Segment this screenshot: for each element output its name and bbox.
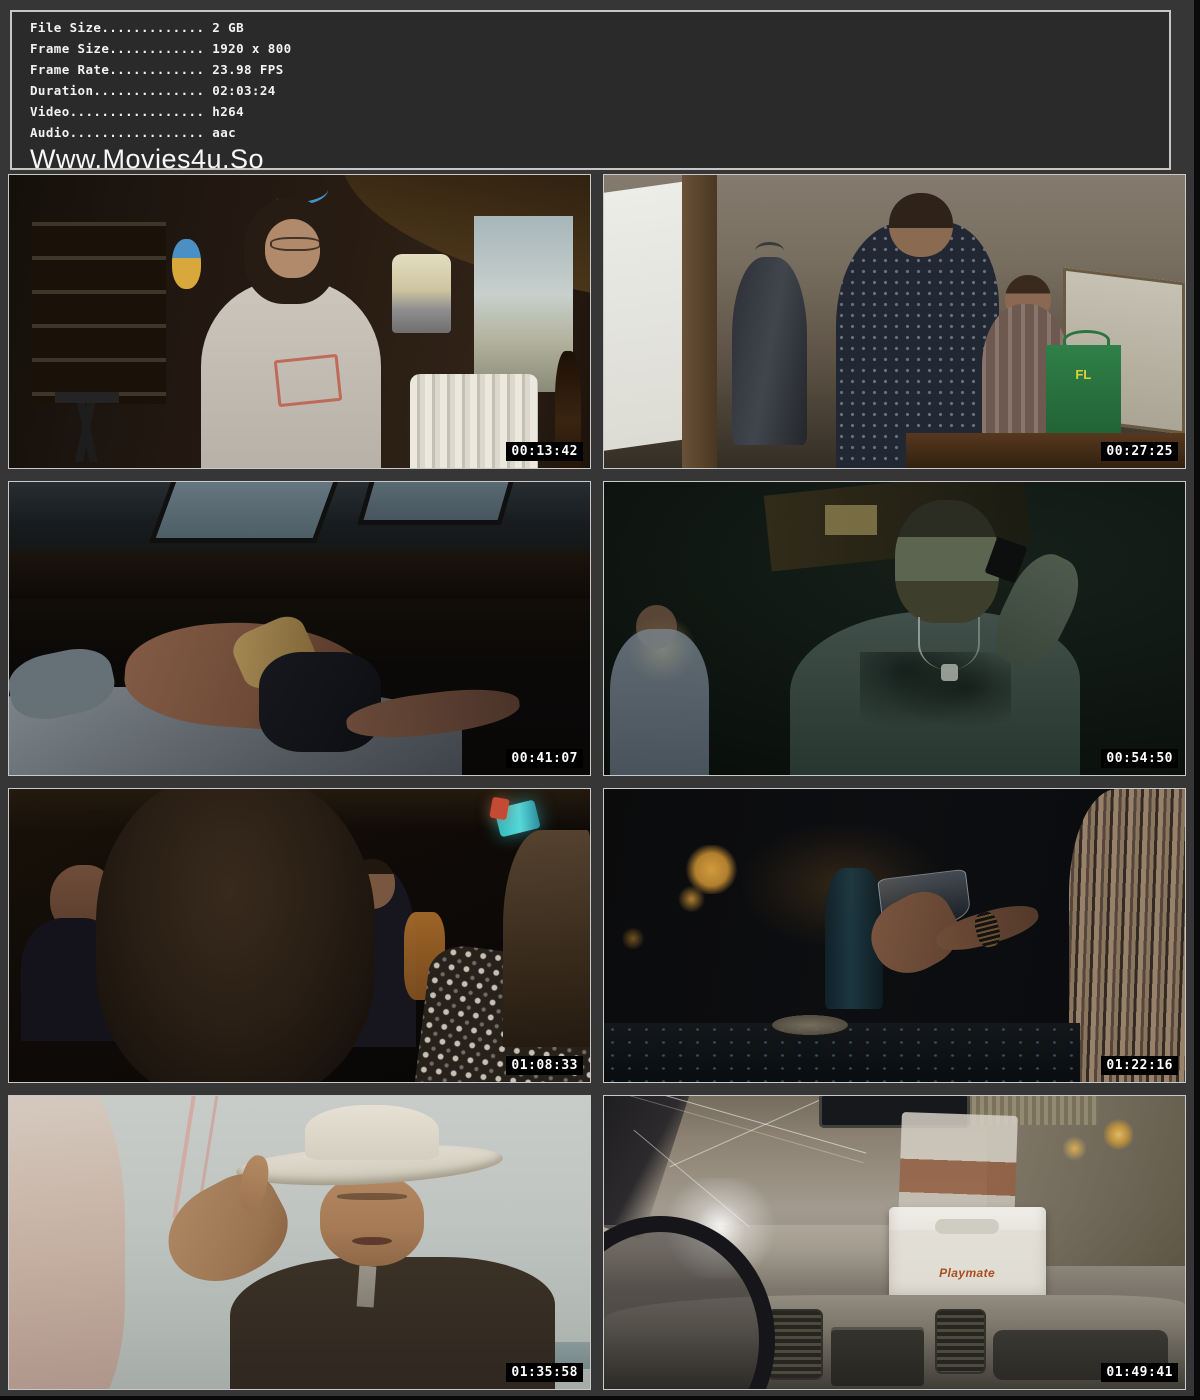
screenshot-grid: 00:13:42 FL 00:27:25 — [8, 174, 1186, 1390]
screenshot-thumbnail-2: FL 00:27:25 — [603, 174, 1186, 469]
brow-shadow — [337, 1193, 407, 1200]
cowboy-hat-crown — [305, 1105, 439, 1161]
man-face — [320, 1175, 425, 1266]
movie-still-cowboy-hat — [9, 1096, 590, 1389]
movie-still-tiki-bar — [9, 175, 590, 468]
cabin-window-2 — [364, 482, 509, 520]
timestamp-badge: 00:54:50 — [1101, 749, 1178, 768]
buoy-decoration — [172, 239, 201, 289]
movie-still-truck-dashboard: Playmate — [604, 1096, 1185, 1389]
screenshot-thumbnail-6: 01:22:16 — [603, 788, 1186, 1083]
air-vent-1 — [767, 1309, 823, 1380]
movie-still-cabin-bed — [9, 482, 590, 775]
file-size-line: File Size............. 2 GB — [30, 17, 1169, 38]
screenshot-thumbnail-1: 00:13:42 — [8, 174, 591, 469]
foreground-blurred-head — [96, 789, 375, 1082]
timestamp-badge: 00:41:07 — [506, 749, 583, 768]
hanging-lamp-1 — [1104, 1117, 1133, 1152]
movie-still-bar-crowd — [9, 789, 590, 1082]
screenshot-thumbnail-5: 01:08:33 — [8, 788, 591, 1083]
screenshot-sheet: { "page": { "file_info": { "lines": [ "F… — [0, 0, 1200, 1400]
frame-size-line: Frame Size............ 1920 x 800 — [30, 38, 1169, 59]
duration-line: Duration.............. 02:03:24 — [30, 80, 1169, 101]
dark-shorts — [259, 652, 381, 752]
shirt-graphic — [274, 353, 343, 406]
timestamp-badge: 01:08:33 — [506, 1056, 583, 1075]
timestamp-badge: 01:22:16 — [1101, 1056, 1178, 1075]
movie-still-phone-call — [604, 482, 1185, 775]
video-codec-line: Video................. h264 — [30, 101, 1169, 122]
sheet-background: File Size............. 2 GB Frame Size..… — [0, 0, 1194, 1396]
man-head — [889, 193, 953, 257]
watermark-text: Www.Movies4u.So — [30, 144, 1169, 174]
bokeh-light-2 — [677, 886, 706, 912]
movie-still-boat-cabin: FL — [604, 175, 1185, 468]
dark-wood-ledge — [9, 552, 590, 599]
screenshot-thumbnail-7: 01:35:58 — [8, 1095, 591, 1390]
frame-rate-line: Frame Rate............ 23.98 FPS — [30, 59, 1169, 80]
bearded-man-head — [895, 500, 1000, 623]
shirt-zipper — [356, 1265, 376, 1307]
cooler-brand-text: Playmate — [889, 1266, 1046, 1280]
wood-frame — [682, 175, 717, 468]
screenshot-thumbnail-4: 00:54:50 — [603, 481, 1186, 776]
man-polka-dot-shirt — [836, 222, 999, 468]
screenshot-thumbnail-8: Playmate 01:49:41 — [603, 1095, 1186, 1390]
glass-shelves — [32, 222, 166, 404]
green-tote-bag — [1046, 345, 1122, 433]
necklace-chain — [918, 617, 980, 670]
hanging-wetsuit — [732, 257, 808, 445]
timestamp-badge: 00:27:25 — [1101, 442, 1178, 461]
eyeglasses — [270, 237, 320, 251]
audio-codec-line: Audio................. aac — [30, 122, 1169, 143]
small-plate — [772, 1015, 848, 1036]
file-info-panel: File Size............. 2 GB Frame Size..… — [10, 10, 1171, 170]
timestamp-badge: 01:49:41 — [1101, 1363, 1178, 1382]
striped-dress-woman — [1069, 789, 1185, 1082]
long-hair-right — [503, 830, 590, 1047]
bar-stool — [55, 392, 119, 462]
tote-bag-text: FL — [1046, 368, 1122, 382]
foreground-shoulder-blur — [9, 1096, 125, 1389]
car-radio — [831, 1327, 924, 1386]
screenshot-thumbnail-3: 00:41:07 — [8, 481, 591, 776]
bokeh-light-3 — [621, 927, 644, 950]
cabin-window-1 — [156, 482, 333, 538]
lit-window — [825, 505, 877, 534]
cabin-window-left — [604, 181, 685, 450]
timestamp-badge: 00:13:42 — [506, 442, 583, 461]
timestamp-badge: 01:35:58 — [506, 1363, 583, 1382]
cooler-handle — [935, 1219, 999, 1234]
background-person — [610, 629, 709, 776]
movie-still-bar-glass — [604, 789, 1185, 1082]
windshield-crack-2 — [669, 1096, 829, 1168]
necklace-pendant — [941, 664, 958, 682]
blender — [392, 254, 450, 333]
air-vent-2 — [935, 1309, 985, 1375]
hanging-lamp-2 — [1063, 1134, 1086, 1163]
